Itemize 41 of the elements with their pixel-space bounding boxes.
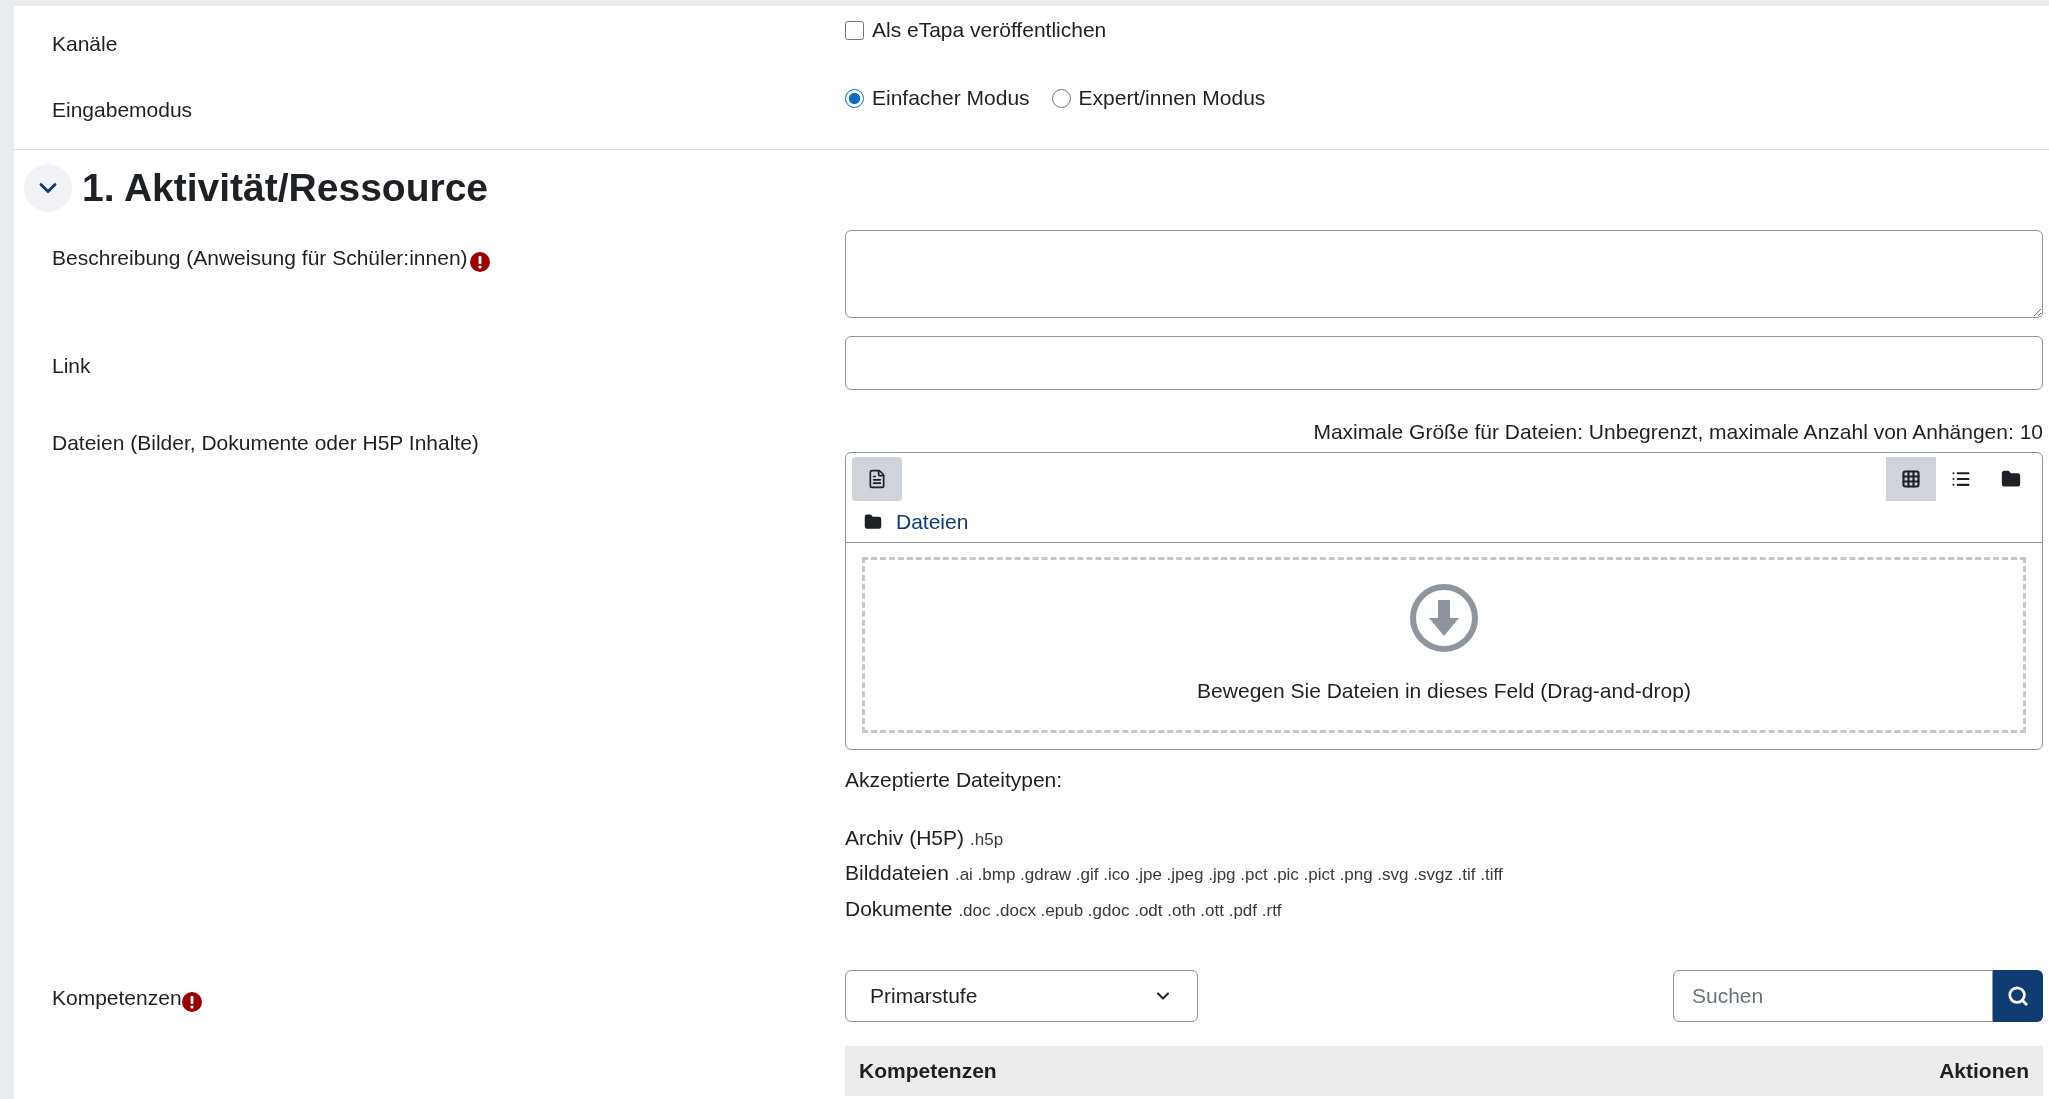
folder-icon (2001, 469, 2021, 489)
file-limits-text: Maximale Größe für Dateien: Unbegrenzt, maximale Anzahl von Anhängen: 10 (1313, 419, 2043, 445)
search-icon (2007, 985, 2029, 1007)
search-field[interactable]: Suchen (1673, 970, 1993, 1022)
field-label: Kanäle (51, 31, 119, 57)
column-header: Kompetenzen (859, 1058, 997, 1085)
description-textarea[interactable] (845, 230, 2043, 318)
field-label: Kompetenzen (52, 985, 182, 1011)
checkbox-label: Als eTapa veröffentlichen (872, 17, 1107, 44)
search-button[interactable] (1993, 970, 2043, 1022)
level-select[interactable]: Primarstufe (845, 970, 1198, 1022)
drop-zone[interactable]: Bewegen Sie Dateien in dieses Feld (Drag-and-drop) (862, 557, 2026, 733)
radio-label: Einfacher Modus (872, 85, 1030, 112)
list-icon (1951, 469, 1971, 489)
grid-icon (1901, 469, 1921, 489)
view-button[interactable] (1886, 457, 1936, 501)
radio-label: Expert/innen Modus (1078, 85, 1266, 112)
file-extensions: .doc .docx .epub .gdoc .odt .oth .ott .pdf .rtf (958, 899, 1282, 922)
mode-radio[interactable] (1051, 88, 1071, 108)
file-type-name: Dokumente (845, 895, 953, 922)
column-header: Aktionen (1939, 1058, 2029, 1085)
field-label: Beschreibung (Anweisung für Schüler:innen) (52, 245, 468, 271)
file-type-name: Archiv (H5P) (845, 824, 965, 851)
file-extensions: .ai .bmp .gdraw .gif .ico .jpe .jpeg .jpg .pct .pic .pict .png .svg .svgz .tif .tiff (954, 864, 1503, 886)
mode-radio[interactable] (845, 88, 864, 108)
file-type-name: Bilddateien (845, 860, 949, 886)
file-extensions: .h5p (970, 828, 1004, 851)
add-file-button[interactable] (852, 457, 902, 501)
accepted-types-title: Akzeptierte Dateitypen: (845, 767, 1064, 793)
drop-zone-text: Bewegen Sie Dateien in dieses Feld (Drag-and-drop) (1197, 678, 1691, 705)
download-icon (1409, 583, 1479, 654)
field-label: Link (51, 353, 92, 379)
section-title: 1. Aktivität/Ressource (82, 164, 489, 211)
field-label: Eingabemodus (51, 97, 194, 123)
folder-icon (864, 512, 882, 531)
publish-checkbox[interactable] (845, 20, 864, 40)
link-input[interactable] (845, 336, 2043, 390)
collapse-button[interactable] (24, 164, 72, 212)
folder-path-link[interactable]: Dateien (896, 505, 969, 538)
field-label: Dateien (Bilder, Dokumente oder H5P Inhalte) (51, 430, 480, 456)
file-icon (867, 469, 887, 489)
